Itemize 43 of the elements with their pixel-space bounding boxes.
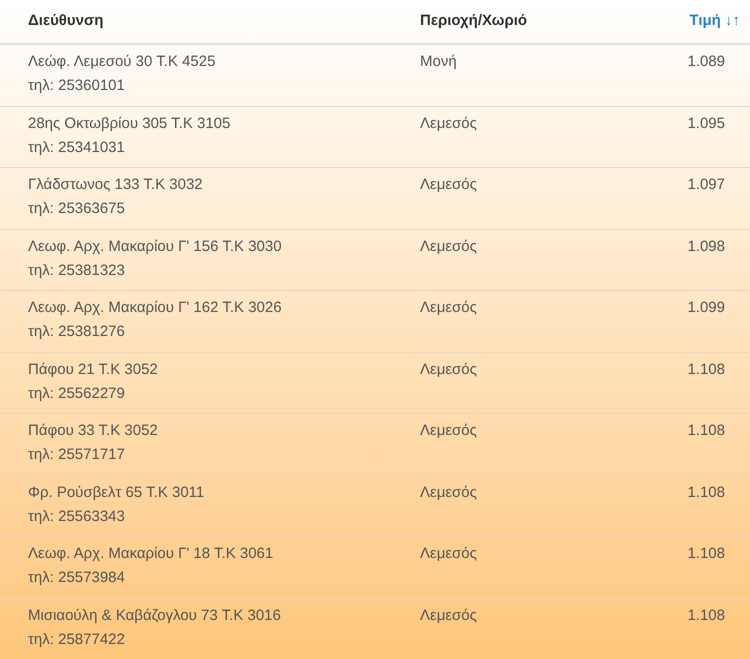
address-text: Μισιαούλη & Καβάζογλου 73 Τ.Κ 3016 — [28, 606, 281, 626]
phone-text: τηλ: 25571717 — [28, 445, 125, 465]
area-text: Λεμεσός — [420, 421, 477, 441]
price-text: 1.097 — [687, 175, 725, 195]
address-text: 28ης Οκτωβρίου 305 Τ.Κ 3105 — [28, 114, 230, 134]
column-header: Διεύθυνση — [28, 12, 104, 30]
price-text: 1.089 — [687, 52, 725, 72]
price-text: 1.108 — [687, 606, 725, 626]
phone-text: τηλ: 25877422 — [28, 630, 125, 650]
area-text: Λεμεσός — [420, 606, 477, 626]
area-text: Λεμεσός — [420, 298, 477, 318]
phone-text: τηλ: 25573984 — [28, 568, 125, 588]
area-text: Λεμεσός — [420, 236, 477, 256]
address-text: Φρ. Ρούσβελτ 65 Τ.Κ 3011 — [28, 482, 204, 502]
price-text: 1.108 — [687, 482, 725, 502]
phone-text: τηλ: 25562279 — [28, 384, 125, 404]
price-text: 1.108 — [687, 360, 725, 380]
address-text: Πάφου 33 Τ.Κ 3052 — [28, 421, 158, 441]
phone-text: τηλ: 25381323 — [28, 260, 125, 280]
area-text: Λεμεσός — [420, 544, 477, 564]
address-text: Πάφου 21 Τ.Κ 3052 — [28, 360, 158, 380]
area-text: Λεμεσός — [420, 175, 477, 195]
price-text: 1.108 — [687, 421, 725, 441]
address-text: Λεωφ. Αρχ. Μακαρίου Γ' 18 Τ.Κ 3061 — [28, 544, 274, 564]
price-text: 1.099 — [687, 298, 725, 318]
phone-text: τηλ: 25360101 — [28, 76, 125, 96]
phone-text: τηλ: 25381276 — [28, 322, 125, 342]
area-text: Λεμεσός — [420, 114, 477, 134]
price-text: 1.108 — [687, 544, 725, 564]
address-text: Λεώφ. Λεμεσού 30 Τ.Κ 4525 — [28, 52, 216, 72]
area-text: Λεμεσός — [420, 482, 477, 502]
phone-text: τηλ: 25363675 — [28, 199, 125, 219]
phone-text: τηλ: 25341031 — [28, 138, 125, 158]
address-text: Λεωφ. Αρχ. Μακαρίου Γ' 156 Τ.Κ 3030 — [28, 236, 282, 256]
phone-text: τηλ: 25563343 — [28, 506, 125, 526]
address-text: Λεωφ. Αρχ. Μακαρίου Γ' 162 Τ.Κ 3026 — [28, 298, 282, 318]
address-text: Γλάδστωνος 133 Τ.Κ 3032 — [28, 175, 203, 195]
area-text: Λεμεσός — [420, 360, 477, 380]
price-text: 1.098 — [687, 236, 725, 256]
sort-link[interactable]: Τιμή ↓↑ — [689, 12, 740, 30]
column-header: Περιοχή/Χωριό — [420, 12, 528, 30]
price-text: 1.095 — [687, 114, 725, 134]
area-text: Μονή — [420, 52, 457, 72]
